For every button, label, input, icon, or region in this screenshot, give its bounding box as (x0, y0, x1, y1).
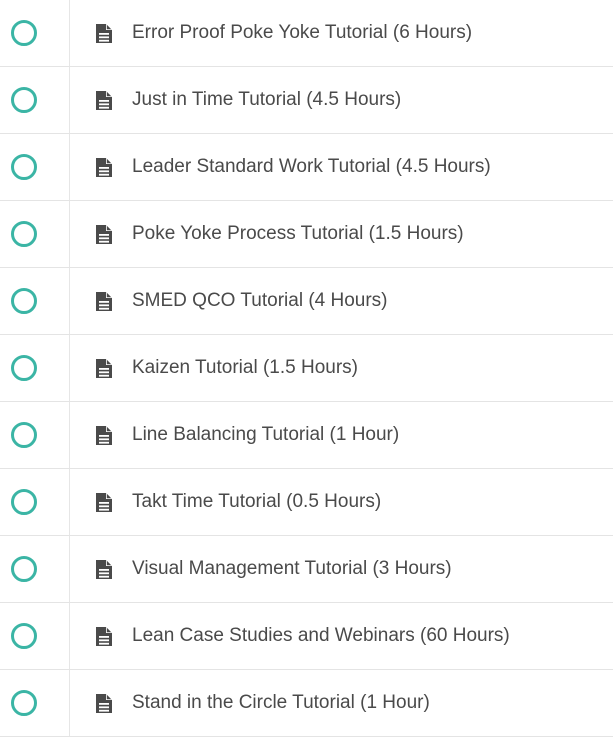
incomplete-circle-icon[interactable] (11, 154, 37, 180)
lecture-title[interactable]: SMED QCO Tutorial (4 Hours) (132, 290, 388, 312)
lecture-content[interactable]: Line Balancing Tutorial (1 Hour) (70, 424, 399, 446)
incomplete-circle-icon[interactable] (11, 288, 37, 314)
lecture-title[interactable]: Stand in the Circle Tutorial (1 Hour) (132, 692, 430, 714)
lecture-title[interactable]: Poke Yoke Process Tutorial (1.5 Hours) (132, 223, 464, 245)
incomplete-circle-icon[interactable] (11, 355, 37, 381)
status-column (0, 134, 70, 200)
incomplete-circle-icon[interactable] (11, 87, 37, 113)
incomplete-circle-icon[interactable] (11, 623, 37, 649)
incomplete-circle-icon[interactable] (11, 422, 37, 448)
status-column (0, 268, 70, 334)
lecture-item[interactable]: Line Balancing Tutorial (1 Hour) (0, 402, 613, 469)
status-column (0, 0, 70, 66)
lecture-item[interactable]: Just in Time Tutorial (4.5 Hours) (0, 67, 613, 134)
lecture-title[interactable]: Error Proof Poke Yoke Tutorial (6 Hours) (132, 22, 472, 44)
lecture-title[interactable]: Kaizen Tutorial (1.5 Hours) (132, 357, 358, 379)
status-column (0, 201, 70, 267)
incomplete-circle-icon[interactable] (11, 690, 37, 716)
document-icon (96, 23, 112, 43)
lecture-title[interactable]: Lean Case Studies and Webinars (60 Hours… (132, 625, 510, 647)
lecture-item[interactable]: Takt Time Tutorial (0.5 Hours) (0, 469, 613, 536)
lecture-item[interactable]: Kaizen Tutorial (1.5 Hours) (0, 335, 613, 402)
lecture-content[interactable]: Just in Time Tutorial (4.5 Hours) (70, 89, 401, 111)
lecture-content[interactable]: Error Proof Poke Yoke Tutorial (6 Hours) (70, 22, 472, 44)
lecture-content[interactable]: Takt Time Tutorial (0.5 Hours) (70, 491, 381, 513)
lecture-title[interactable]: Leader Standard Work Tutorial (4.5 Hours… (132, 156, 491, 178)
lecture-content[interactable]: Stand in the Circle Tutorial (1 Hour) (70, 692, 430, 714)
status-column (0, 603, 70, 669)
document-icon (96, 425, 112, 445)
status-column (0, 67, 70, 133)
lecture-title[interactable]: Takt Time Tutorial (0.5 Hours) (132, 491, 381, 513)
incomplete-circle-icon[interactable] (11, 221, 37, 247)
incomplete-circle-icon[interactable] (11, 489, 37, 515)
incomplete-circle-icon[interactable] (11, 556, 37, 582)
lecture-item[interactable]: Poke Yoke Process Tutorial (1.5 Hours) (0, 201, 613, 268)
lecture-content[interactable]: SMED QCO Tutorial (4 Hours) (70, 290, 388, 312)
lecture-content[interactable]: Lean Case Studies and Webinars (60 Hours… (70, 625, 510, 647)
document-icon (96, 626, 112, 646)
lecture-content[interactable]: Leader Standard Work Tutorial (4.5 Hours… (70, 156, 491, 178)
lecture-item[interactable]: Stand in the Circle Tutorial (1 Hour) (0, 670, 613, 737)
lecture-item[interactable]: SMED QCO Tutorial (4 Hours) (0, 268, 613, 335)
lecture-item[interactable]: Leader Standard Work Tutorial (4.5 Hours… (0, 134, 613, 201)
lecture-title[interactable]: Just in Time Tutorial (4.5 Hours) (132, 89, 401, 111)
document-icon (96, 559, 112, 579)
lecture-item[interactable]: Lean Case Studies and Webinars (60 Hours… (0, 603, 613, 670)
document-icon (96, 492, 112, 512)
status-column (0, 402, 70, 468)
lecture-content[interactable]: Visual Management Tutorial (3 Hours) (70, 558, 452, 580)
document-icon (96, 693, 112, 713)
lecture-content[interactable]: Poke Yoke Process Tutorial (1.5 Hours) (70, 223, 464, 245)
lecture-title[interactable]: Line Balancing Tutorial (1 Hour) (132, 424, 399, 446)
status-column (0, 536, 70, 602)
lecture-content[interactable]: Kaizen Tutorial (1.5 Hours) (70, 357, 358, 379)
incomplete-circle-icon[interactable] (11, 20, 37, 46)
status-column (0, 469, 70, 535)
lecture-item[interactable]: Error Proof Poke Yoke Tutorial (6 Hours) (0, 0, 613, 67)
lecture-list: Error Proof Poke Yoke Tutorial (6 Hours)… (0, 0, 613, 739)
document-icon (96, 90, 112, 110)
document-icon (96, 291, 112, 311)
document-icon (96, 358, 112, 378)
status-column (0, 335, 70, 401)
document-icon (96, 157, 112, 177)
status-column (0, 670, 70, 736)
lecture-title[interactable]: Visual Management Tutorial (3 Hours) (132, 558, 452, 580)
lecture-item[interactable]: Visual Management Tutorial (3 Hours) (0, 536, 613, 603)
document-icon (96, 224, 112, 244)
